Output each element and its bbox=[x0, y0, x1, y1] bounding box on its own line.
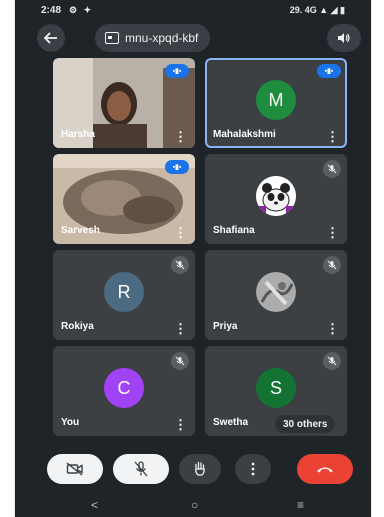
mic-toggle-button[interactable] bbox=[113, 454, 169, 484]
hand-raise-icon bbox=[195, 461, 205, 476]
meeting-code-chip[interactable]: mnu-xpqd-kbf bbox=[95, 24, 211, 52]
raise-hand-button[interactable] bbox=[179, 454, 221, 484]
speaking-indicator: ▪▮▪ bbox=[317, 64, 341, 78]
participant-name: Sarvesh bbox=[61, 225, 100, 236]
phone-screen: 2:48 ⚙ ✦ 29. 4G ▲ ◢ ▮ mnu-xpqd-kbf ▪▮▪ H… bbox=[14, 0, 372, 517]
arrow-left-icon bbox=[44, 32, 57, 44]
speaking-indicator: ▪▮▪ bbox=[165, 160, 189, 174]
mic-off-icon bbox=[327, 164, 337, 174]
participant-tile[interactable]: ▪▮▪ Sarvesh ⋮ bbox=[53, 154, 195, 244]
scrollbar[interactable] bbox=[371, 205, 372, 231]
more-vert-icon[interactable]: ⋮ bbox=[174, 226, 187, 239]
speaker-icon bbox=[338, 33, 350, 43]
avatar bbox=[256, 176, 296, 216]
hang-up-button[interactable] bbox=[297, 454, 353, 484]
avatar: S bbox=[256, 368, 296, 408]
mic-off-icon bbox=[134, 461, 148, 477]
participant-name: Harsha bbox=[61, 129, 95, 140]
others-count-badge[interactable]: 30 others bbox=[275, 415, 336, 433]
more-vert-icon[interactable]: ⋮ bbox=[174, 322, 187, 335]
participant-name: Priya bbox=[213, 321, 238, 332]
more-options-button[interactable] bbox=[235, 454, 271, 484]
mic-off-icon bbox=[175, 356, 185, 366]
mic-muted-badge bbox=[323, 160, 341, 178]
more-vert-icon[interactable]: ⋮ bbox=[174, 130, 187, 143]
nav-home-icon[interactable]: ○ bbox=[191, 498, 198, 512]
participant-tile[interactable]: ▪▮▪ Harsha ⋮ bbox=[53, 58, 195, 148]
participant-name: Shafiana bbox=[213, 225, 255, 236]
call-controls bbox=[35, 452, 355, 488]
avatar: M bbox=[256, 80, 296, 120]
avatar: R bbox=[104, 272, 144, 312]
status-time: 2:48 bbox=[41, 5, 62, 16]
mic-muted-badge bbox=[323, 256, 341, 274]
status-left-icons: ⚙ ✦ bbox=[69, 5, 94, 15]
meeting-code: mnu-xpqd-kbf bbox=[125, 31, 199, 45]
status-bar: 2:48 ⚙ ✦ 29. 4G ▲ ◢ ▮ bbox=[15, 0, 371, 22]
nav-back-icon[interactable]: < bbox=[91, 498, 98, 512]
mic-off-icon bbox=[175, 260, 185, 270]
more-vert-icon bbox=[251, 462, 255, 476]
participant-name: Rokiya bbox=[61, 321, 94, 332]
mic-muted-badge bbox=[323, 352, 341, 370]
more-vert-icon[interactable]: ⋮ bbox=[326, 322, 339, 335]
mic-muted-badge bbox=[171, 256, 189, 274]
mic-muted-badge bbox=[171, 352, 189, 370]
speaker-button[interactable] bbox=[327, 24, 361, 52]
hang-up-icon bbox=[317, 467, 333, 473]
camera-off-icon bbox=[66, 462, 83, 476]
participant-tile[interactable]: M ▪▮▪ Mahalakshmi ⋮ bbox=[205, 58, 347, 148]
camera-toggle-button[interactable] bbox=[47, 454, 103, 484]
more-vert-icon[interactable]: ⋮ bbox=[326, 226, 339, 239]
status-right-icons: 29. 4G ▲ ◢ ▮ bbox=[289, 5, 345, 15]
participant-tile[interactable]: Shafiana ⋮ bbox=[205, 154, 347, 244]
participant-tile[interactable]: Priya ⋮ bbox=[205, 250, 347, 340]
mic-off-icon bbox=[327, 260, 337, 270]
avatar: C bbox=[104, 368, 144, 408]
top-bar: mnu-xpqd-kbf bbox=[15, 22, 371, 54]
participant-tile[interactable]: R Rokiya ⋮ bbox=[53, 250, 195, 340]
back-button[interactable] bbox=[37, 24, 65, 52]
more-vert-icon[interactable]: ⋮ bbox=[326, 130, 339, 143]
system-nav-bar: < ○ ≡ bbox=[15, 496, 371, 517]
nav-recents-icon[interactable]: ≡ bbox=[297, 498, 304, 512]
mic-off-icon bbox=[327, 356, 337, 366]
meeting-icon bbox=[105, 32, 119, 44]
participant-name: Swetha bbox=[213, 417, 249, 428]
participant-name: Mahalakshmi bbox=[213, 129, 276, 140]
speaking-indicator: ▪▮▪ bbox=[165, 64, 189, 78]
participant-name: You bbox=[61, 417, 80, 428]
participant-tile[interactable]: C You ⋮ bbox=[53, 346, 195, 436]
avatar bbox=[256, 272, 296, 312]
more-vert-icon[interactable]: ⋮ bbox=[174, 418, 187, 431]
